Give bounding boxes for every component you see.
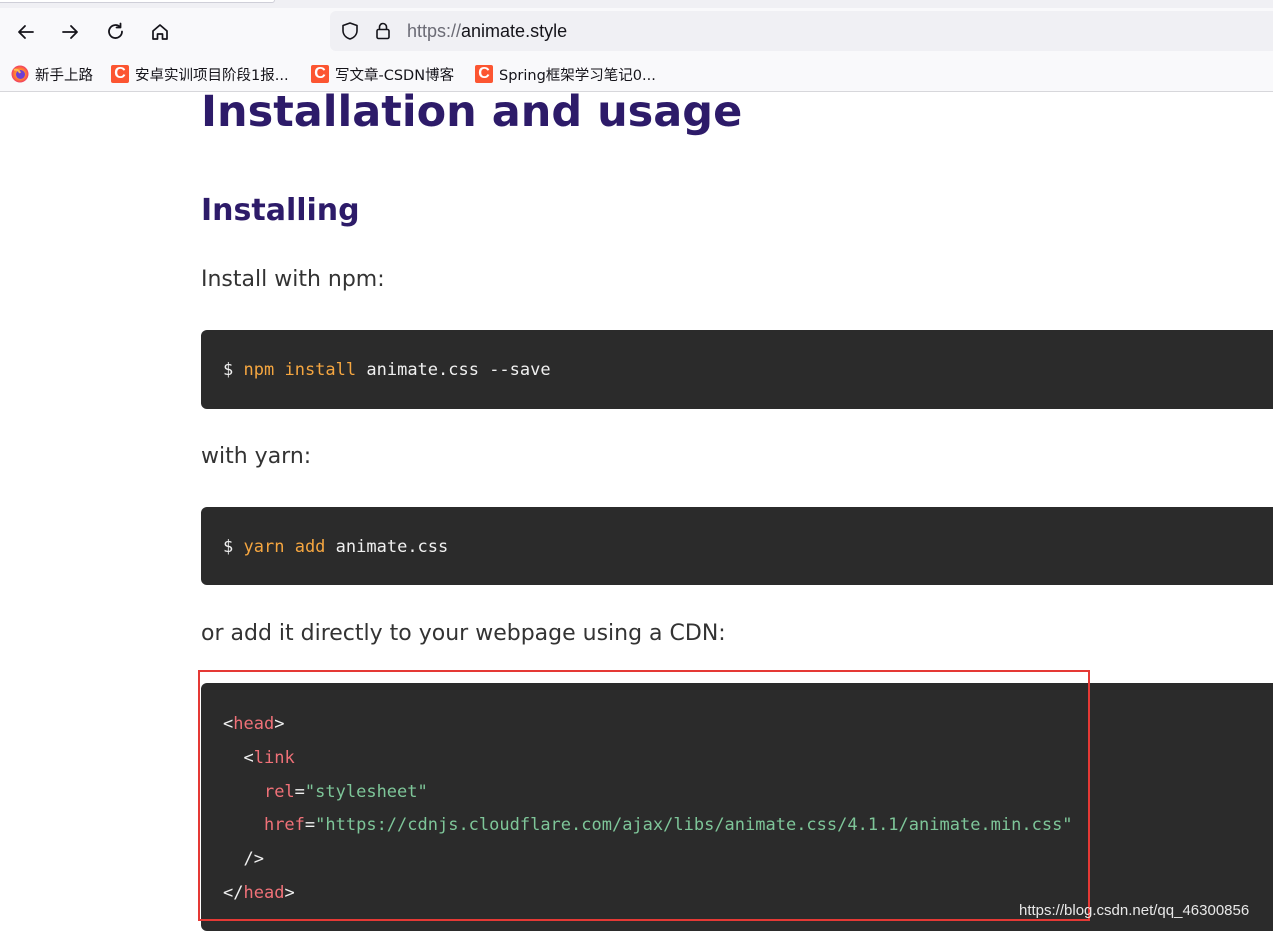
reload-button[interactable] [102,18,130,46]
back-arrow-icon [18,25,34,39]
cdn-intro-text: or add it directly to your webpage using… [201,621,726,646]
bookmark-item[interactable]: C Spring框架学习笔记0... [475,64,656,84]
code-args: animate.css --save [366,360,551,380]
bookmark-label: Spring框架学习笔记0... [499,67,656,84]
code-line: $ yarn add animate.css [223,536,448,558]
csdn-icon: C [111,65,129,83]
forward-arrow-icon [62,25,78,39]
npm-intro-text: Install with npm: [201,267,385,292]
address-bar[interactable]: https://animate.style [330,11,1273,51]
firefox-icon [11,65,29,83]
back-button[interactable] [12,18,40,46]
red-highlight-annotation [198,670,1090,921]
forward-button[interactable] [56,18,84,46]
watermark: https://blog.csdn.net/qq_46300856 [1019,902,1250,919]
code-keyword: install [284,360,357,380]
code-args: animate.css [335,537,449,557]
lock-icon[interactable] [374,21,392,41]
url-host: animate.style [461,21,568,41]
url-text[interactable]: https://animate.style [407,19,567,43]
code-keyword: npm [243,360,275,380]
code-line: $ npm install animate.css --save [223,359,551,381]
shield-icon[interactable] [340,21,360,41]
code-keyword: add [294,537,326,557]
bookmark-label: 写文章-CSDN博客 [335,67,455,84]
bookmark-item[interactable]: C 安卓实训项目阶段1报... [111,64,289,84]
code-prompt: $ [223,537,234,557]
yarn-intro-text: with yarn: [201,444,312,469]
page-title: Installation and usage [201,87,743,137]
url-protocol: https:// [407,21,462,41]
bookmark-item[interactable]: C 写文章-CSDN博客 [311,64,454,84]
active-tab[interactable] [0,0,275,3]
yarn-code-block[interactable]: $ yarn add animate.css [201,507,1273,585]
home-icon [152,24,168,40]
csdn-icon: C [311,65,329,83]
bookmark-item[interactable]: 新手上路 [11,64,93,84]
csdn-icon: C [475,65,493,83]
navigation-toolbar: https://animate.style [0,8,1273,56]
section-heading: Installing [201,193,360,228]
code-prompt: $ [223,360,234,380]
reload-icon [108,22,123,39]
npm-code-block[interactable]: $ npm install animate.css --save [201,330,1273,409]
home-button[interactable] [146,18,174,46]
bookmark-label: 安卓实训项目阶段1报... [135,67,289,84]
bookmark-label: 新手上路 [35,67,93,84]
code-keyword: yarn [243,537,285,557]
